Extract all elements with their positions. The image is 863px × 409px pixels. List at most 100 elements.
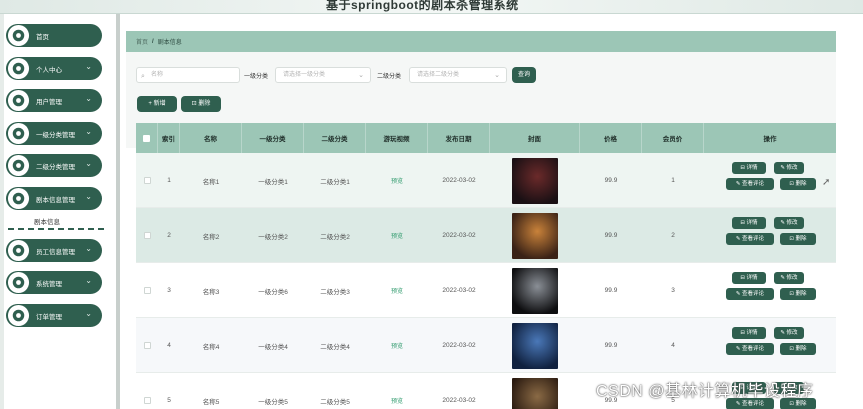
breadcrumb-home[interactable]: 首页 (136, 37, 148, 46)
header-date: 发布日期 (428, 123, 490, 153)
sidebar-item-orders[interactable]: 订单管理 ⌄ (6, 304, 102, 327)
breadcrumb: 首页 / 剧本信息 (126, 31, 836, 52)
cell-cat1: 一级分类4 (258, 343, 288, 351)
cell-date: 2022-03-02 (442, 177, 476, 184)
cell-cat2: 二级分类5 (320, 398, 350, 406)
edit-button[interactable]: ✎ 修改 (774, 327, 804, 339)
row-select-cell[interactable] (136, 318, 158, 373)
cell-video[interactable]: 预览 (366, 208, 428, 263)
sidebar-item-staff[interactable]: 员工信息管理 ⌄ (6, 239, 102, 262)
cell-cat1: 一级分类1 (258, 178, 288, 186)
sidebar: 首页 个人中心 ⌄ 用户管理 ⌄ 一级分类管理 ⌄ 二级分类管理 ⌄ 剧本信息管… (4, 14, 116, 409)
cover-image[interactable] (512, 212, 558, 259)
row-select-cell[interactable] (136, 373, 158, 409)
cell-actions: ⊟ 详情 ✎ 修改 ✎ 查看评论 ⊡ 删除 (704, 263, 836, 318)
select-all-checkbox[interactable] (143, 134, 150, 142)
system-title: 基于springboot的剧本杀管理系统 (326, 0, 519, 12)
row-select-cell[interactable] (136, 153, 158, 208)
edit-button[interactable]: ✎ 修改 (774, 162, 804, 174)
cell-index: 2 (167, 232, 171, 239)
cat2-placeholder: 请选择二级分类 (417, 72, 460, 78)
cell-video[interactable]: 预览 (366, 373, 428, 409)
cell-price: 99.9 (604, 232, 618, 239)
cell-index: 4 (167, 342, 171, 349)
cell-date: 2022-03-02 (442, 232, 476, 239)
edit-button[interactable]: ✎ 修改 (774, 217, 804, 229)
view-comments-button[interactable]: ✎ 查看评论 (726, 178, 774, 190)
detail-button[interactable]: ⊟ 详情 (732, 272, 766, 284)
cell-video[interactable]: 预览 (366, 318, 428, 373)
cat1-label: 一级分类 (244, 74, 269, 80)
cell-vip-price: 3 (671, 287, 675, 294)
header-name: 名称 (180, 123, 242, 153)
sidebar-item-cat2[interactable]: 二级分类管理 ⌄ (6, 154, 102, 177)
breadcrumb-current: 剧本信息 (157, 40, 182, 46)
sidebar-scrollbar[interactable] (116, 14, 120, 409)
cell-vip-price: 2 (671, 232, 675, 239)
table-row: 1 名称1 一级分类1 二级分类1 预览 2022-03-02 99.9 1 ⊟ 详情 ✎ 修改 ✎… (136, 153, 836, 208)
delete-button[interactable]: ⊡ 删除 (780, 233, 816, 245)
cell-index: 3 (167, 287, 171, 294)
cover-image[interactable] (512, 157, 558, 204)
table-row: 3 名称3 一级分类6 二级分类3 预览 2022-03-02 99.9 3 ⊟ 详情 ✎ 修改 ✎… (136, 263, 836, 318)
chevron-down-icon: ⌄ (85, 244, 92, 253)
query-button[interactable]: 查询 (512, 67, 536, 83)
cell-date: 2022-03-02 (442, 342, 476, 349)
sidebar-item-system[interactable]: 系统管理 ⌄ (6, 271, 102, 294)
cover-image[interactable] (512, 377, 558, 409)
cell-cat2: 二级分类4 (320, 343, 350, 351)
cell-name: 名称5 (202, 398, 220, 406)
delete-button[interactable]: ⊡ 删除 (780, 288, 816, 300)
cat1-select[interactable]: 请选择一级分类 ⌄ (275, 67, 371, 83)
cell-index: 5 (167, 397, 171, 404)
view-comments-button[interactable]: ✎ 查看评论 (726, 233, 774, 245)
delete-button[interactable]: ⊡ 删除 (780, 343, 816, 355)
add-button[interactable]: + 新增 (137, 96, 177, 112)
sidebar-subitem-script-info[interactable]: 剧本信息 (34, 216, 60, 226)
gear-icon (7, 271, 30, 294)
detail-button[interactable]: ⊟ 详情 (732, 327, 766, 339)
view-comments-button[interactable]: ✎ 查看评论 (726, 288, 774, 300)
cat2-select[interactable]: 请选择二级分类 ⌄ (409, 67, 507, 83)
sidebar-item-users[interactable]: 用户管理 ⌄ (6, 89, 102, 112)
cell-video[interactable]: 预览 (366, 153, 428, 208)
breadcrumb-separator: / (152, 38, 154, 45)
cell-cover (490, 208, 580, 263)
sidebar-item-cat1[interactable]: 一级分类管理 ⌄ (6, 122, 102, 145)
header-vip-price: 会员价 (642, 123, 704, 153)
sidebar-item-label: 二级分类管理 (36, 164, 75, 171)
row-checkbox[interactable] (143, 397, 151, 404)
sidebar-item-scripts[interactable]: 剧本信息管理 ⌄ (6, 187, 102, 210)
edit-button[interactable]: ✎ 修改 (774, 272, 804, 284)
cell-name: 名称3 (202, 288, 220, 296)
row-checkbox[interactable] (143, 342, 151, 349)
cell-name: 名称2 (202, 233, 220, 241)
cover-image[interactable] (512, 322, 558, 369)
cell-cat2: 二级分类2 (320, 233, 350, 241)
cell-cover (490, 263, 580, 318)
cell-cat1: 一级分类2 (258, 233, 288, 241)
row-select-cell[interactable] (136, 208, 158, 263)
gear-icon (7, 154, 30, 177)
chevron-down-icon: ⌄ (358, 72, 364, 79)
chevron-down-icon: ⌄ (85, 276, 92, 285)
detail-button[interactable]: ⊟ 详情 (732, 217, 766, 229)
cell-video[interactable]: 预览 (366, 263, 428, 318)
row-checkbox[interactable] (143, 232, 151, 239)
cell-actions: ⊟ 详情 ✎ 修改 ✎ 查看评论 ⊡ 删除 (704, 318, 836, 373)
detail-button[interactable]: ⊟ 详情 (732, 162, 766, 174)
delete-button[interactable]: ⊡ 删除 (780, 178, 816, 190)
sidebar-item-profile[interactable]: 个人中心 ⌄ (6, 57, 102, 80)
row-select-cell[interactable] (136, 263, 158, 318)
sidebar-item-home[interactable]: 首页 (6, 24, 102, 47)
view-comments-button[interactable]: ✎ 查看评论 (726, 343, 774, 355)
cell-date: 2022-03-02 (442, 397, 476, 404)
header-select-all[interactable] (136, 123, 158, 153)
cell-price: 99.9 (604, 287, 618, 294)
name-search-input[interactable]: ⌕ 名称 (136, 67, 240, 83)
cover-image[interactable] (512, 267, 558, 314)
batch-delete-button[interactable]: ⊡ 删除 (181, 96, 221, 112)
row-checkbox[interactable] (143, 177, 151, 184)
row-checkbox[interactable] (143, 287, 151, 294)
cell-price: 99.9 (604, 177, 618, 184)
